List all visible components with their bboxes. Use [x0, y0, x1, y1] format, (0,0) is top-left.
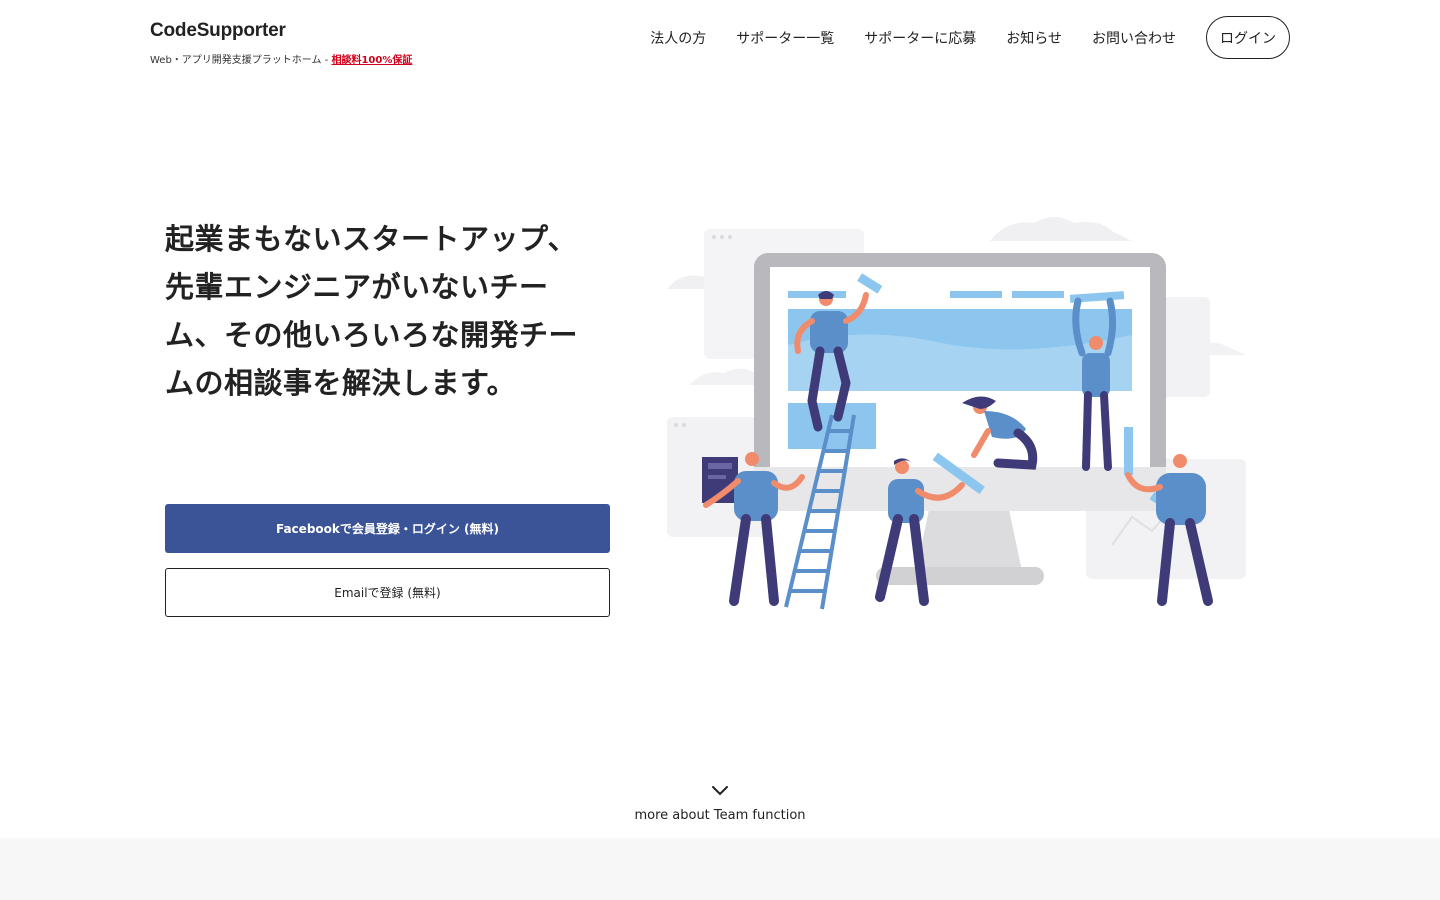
email-signup-button[interactable]: Emailで登録 (無料) — [165, 568, 610, 617]
main-nav: 法人の方 サポーター一覧 サポーターに応募 お知らせ お問い合わせ ログイン — [650, 16, 1290, 59]
site-header: CodeSupporter Web・アプリ開発支援プラットホーム - 相談料10… — [0, 0, 1440, 80]
brand-logo[interactable]: CodeSupporter — [150, 20, 412, 42]
cloud — [990, 217, 1132, 241]
nav-link-apply-supporter[interactable]: サポーターに応募 — [864, 28, 976, 48]
monitor-base — [876, 567, 1044, 585]
screen-nav-bar — [1012, 291, 1064, 298]
nav-link-contact[interactable]: お問い合わせ — [1092, 28, 1176, 48]
login-button[interactable]: ログイン — [1206, 16, 1290, 59]
tagline-highlight-link[interactable]: 相談料100%保証 — [331, 55, 412, 66]
hero-title: 起業まもないスタートアップ、先輩エンジニアがいないチーム、その他いろいろな開発チ… — [165, 222, 579, 400]
screen-nav-bar — [950, 291, 1002, 298]
brand: CodeSupporter Web・アプリ開発支援プラットホーム - 相談料10… — [150, 20, 412, 66]
nav-link-corporate[interactable]: 法人の方 — [650, 28, 706, 48]
team-building-website-illustration — [667, 217, 1246, 610]
nav-link-news[interactable]: お知らせ — [1006, 28, 1062, 48]
more-about-team-label: more about Team function — [634, 808, 806, 823]
next-section-band — [0, 838, 1440, 900]
screen-card — [788, 403, 876, 449]
screen-nav-bar — [788, 291, 846, 298]
tagline: Web・アプリ開発支援プラットホーム - 相談料100%保証 — [150, 51, 412, 66]
more-about-team-link[interactable]: more about Team function — [570, 784, 870, 823]
tagline-text: Web・アプリ開発支援プラットホーム - — [150, 55, 332, 66]
facebook-signup-button[interactable]: Facebookで会員登録・ログイン (無料) — [165, 504, 610, 553]
chevron-down-icon — [712, 786, 728, 796]
nav-link-supporter-list[interactable]: サポーター一覧 — [736, 28, 834, 48]
monitor-stand — [916, 505, 1022, 571]
